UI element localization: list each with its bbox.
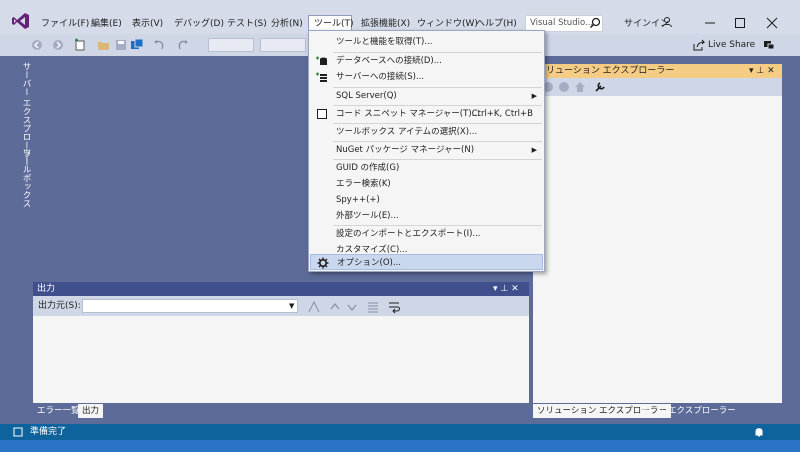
solution-explorer-body [533, 96, 782, 403]
forward-icon[interactable] [557, 80, 571, 94]
close-button[interactable] [761, 14, 783, 32]
output-bottom-tab[interactable]: 出力 [78, 404, 104, 418]
visual-studio-logo-icon[interactable] [12, 12, 30, 30]
properties-wrench-icon[interactable] [593, 80, 607, 94]
chevron-down-icon[interactable]: ▼ [289, 299, 294, 313]
menu-item-connect-database[interactable]: データベースへの接続(D)... [310, 53, 543, 69]
save-icon[interactable] [114, 38, 128, 52]
menu-item-spy[interactable]: Spy++(+) [310, 192, 543, 208]
gear-icon [317, 257, 329, 269]
next-message-icon[interactable] [345, 300, 359, 314]
output-panel-pin-close[interactable]: ▾ ⊥ ✕ [493, 282, 519, 296]
error-list-bottom-tab[interactable]: エラー一覧 [33, 404, 84, 418]
output-source-label: 出力元(S): [38, 301, 81, 311]
menu-item-external-tools[interactable]: 外部ツール(E)... [310, 208, 543, 224]
solution-explorer-pin-close[interactable]: ▾ ⊥ ✕ [749, 64, 775, 78]
checkbox-icon [317, 109, 327, 119]
menu-item-create-guid[interactable]: GUID の作成(G) [310, 160, 543, 176]
menu-item-options[interactable]: オプション(O)... [310, 254, 543, 270]
menu-item-error-lookup[interactable]: エラー検索(K) [310, 176, 543, 192]
status-text: 準備完了 [30, 427, 67, 437]
new-project-icon[interactable] [73, 38, 87, 52]
menu-item-get-tools[interactable]: ツールと機能を取得(T)... [310, 34, 543, 50]
output-text-area[interactable] [33, 316, 529, 403]
menu-item-nuget[interactable]: NuGet パッケージ マネージャー(N) ▶ [310, 142, 543, 158]
undo-icon[interactable] [152, 38, 166, 52]
person-icon[interactable] [661, 16, 673, 28]
live-share-button[interactable]: Live Share [694, 37, 755, 53]
platform-dropdown[interactable] [260, 38, 306, 52]
menu-edit[interactable]: 編集(E) [86, 15, 127, 33]
server-connect-icon [316, 72, 327, 82]
server-explorer-tab[interactable]: サーバー エクスプローラー [18, 62, 32, 167]
toolbox-tab[interactable]: ツールボックス [18, 148, 32, 208]
menu-item-code-snippets[interactable]: コード スニペット マネージャー(T)... Ctrl+K, Ctrl+B [310, 106, 543, 122]
menu-item-choose-toolbox-items[interactable]: ツールボックス アイテムの選択(X)... [310, 124, 543, 140]
search-icon[interactable] [589, 17, 601, 29]
tools-dropdown-menu: ツールと機能を取得(T)... データベースへの接続(D)... サーバーへの接… [308, 30, 545, 272]
redo-icon[interactable] [176, 38, 190, 52]
navigate-forward-icon[interactable] [51, 38, 65, 52]
navigate-back-icon[interactable] [30, 38, 44, 52]
output-panel-title: 出力 [33, 282, 529, 296]
menu-analyze[interactable]: 分析(N) [266, 15, 308, 33]
status-icon [13, 427, 23, 437]
team-explorer-bottom-tab[interactable]: チーム エクスプローラー [636, 404, 740, 418]
status-bar [0, 424, 800, 440]
minimize-button[interactable] [699, 14, 721, 32]
menu-item-sql-server[interactable]: SQL Server(Q) ▶ [310, 88, 543, 104]
menu-item-import-export-settings[interactable]: 設定のインポートとエクスポート(I)... [310, 226, 543, 242]
clear-all-icon[interactable] [366, 300, 380, 314]
desktop-background [0, 440, 800, 452]
menu-item-connect-server[interactable]: サーバーへの接続(S)... [310, 69, 543, 85]
feedback-icon[interactable] [762, 38, 776, 52]
menu-view[interactable]: 表示(V) [127, 15, 168, 33]
previous-message-icon[interactable] [328, 300, 342, 314]
output-source-select[interactable] [82, 299, 298, 313]
menu-test[interactable]: テスト(S) [222, 15, 272, 33]
save-all-icon[interactable] [130, 38, 144, 52]
word-wrap-icon[interactable] [387, 300, 401, 314]
database-connect-icon [316, 56, 327, 65]
maximize-button[interactable] [729, 14, 751, 32]
notifications-bell-icon[interactable] [753, 426, 765, 438]
find-message-icon[interactable] [307, 300, 321, 314]
configuration-dropdown[interactable] [208, 38, 254, 52]
submenu-arrow-icon: ▶ [531, 92, 537, 100]
solution-explorer-title: ソリューション エクスプローラー [533, 64, 782, 78]
open-file-icon[interactable] [97, 38, 111, 52]
menu-debug[interactable]: デバッグ(D) [169, 15, 229, 33]
home-icon[interactable] [573, 80, 587, 94]
submenu-arrow-icon: ▶ [531, 146, 537, 154]
